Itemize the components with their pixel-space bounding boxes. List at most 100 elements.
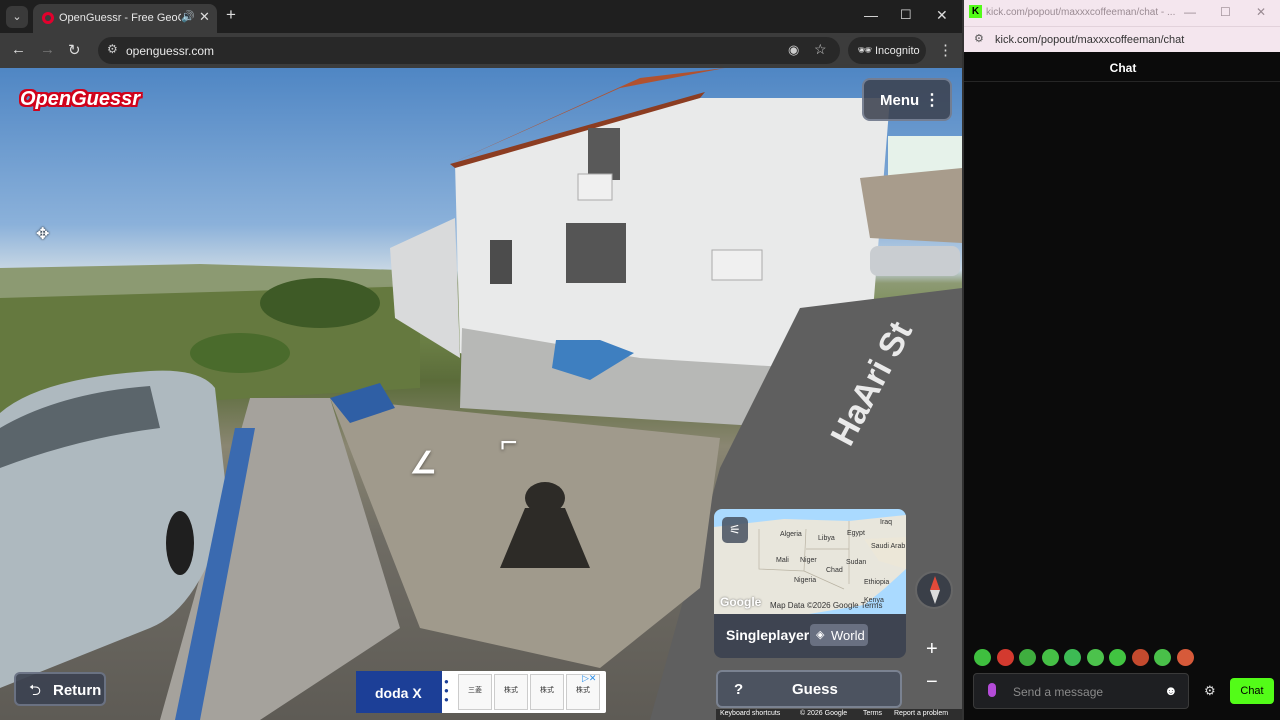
chat-header-title: Chat [1109,61,1137,75]
rock-wall [860,168,962,243]
move-cursor-icon: ✥ [36,226,50,243]
incognito-label: Incognito [875,45,920,57]
ac-unit [711,249,763,281]
map-attribution[interactable]: Map Data ©2026 Google Terms [770,601,882,610]
return-icon: ⮌ [29,682,42,699]
chat-send-button[interactable]: Chat [1230,678,1274,704]
window [566,223,626,283]
map-label: Ethiopia [864,579,890,586]
emote-icon[interactable] [1086,649,1104,666]
map-label: Saudi Arab [871,543,906,550]
star-icon[interactable]: ☆ [814,41,827,58]
mic-icon[interactable] [988,683,996,697]
audio-icon[interactable]: 🔊 [181,10,195,23]
ad-brand: doda X [356,671,442,713]
adchoices-icon[interactable]: ▷✕ [582,673,596,684]
return-button[interactable]: ⮌ Return [14,672,106,706]
browser-window: ⌄ OpenGuessr - Free GeoGuessr 🔊 ✕ + — ☐ … [0,0,962,720]
terms-link[interactable]: Terms [863,710,882,717]
site-info-icon[interactable]: ⚙ [107,42,118,56]
tree [190,333,290,373]
zoom-out-icon[interactable]: − [926,671,938,694]
openguessr-logo[interactable]: OpenGuessr [20,88,140,111]
emote-icon[interactable] [1109,649,1126,666]
favicon-icon [42,12,54,24]
eye-off-icon[interactable]: ◉ [788,42,799,58]
window [588,128,620,180]
tree [260,278,380,328]
close-icon[interactable]: ✕ [1256,5,1266,19]
chat-url-bar: ⚙ kick.com/popout/maxxxcoffeeman/chat [964,26,1280,52]
map-footer: Keyboard shortcuts © 2026 Google Terms R… [716,709,962,720]
browser-toolbar: ← → ↻ ⚙ openguessr.com ◉ ☆ 🕶 Incognito ⋮ [0,33,962,68]
copyright-text: © 2026 Google [800,710,848,717]
ad-card: 三菱 [458,674,492,710]
maximize-icon[interactable]: ☐ [1220,5,1231,19]
guess-help-icon: ? [734,681,744,698]
emote-icon[interactable] [1019,649,1036,666]
incognito-icon: 🕶 [857,43,873,57]
zoom-in-icon[interactable]: + [926,638,938,661]
url-text[interactable]: openguessr.com [126,44,214,58]
forward-icon[interactable]: → [40,41,55,58]
map-settings-icon[interactable]: ⚟ [722,517,748,543]
ad-brand-text: doda X [375,685,422,701]
compass-north [930,576,940,590]
incognito-button[interactable]: 🕶 Incognito [848,37,926,64]
distant-car [870,246,960,276]
kebab-icon[interactable]: ⋮ [938,41,953,59]
emote-icon[interactable] [1131,649,1149,666]
nav-arrow-forward-icon[interactable]: ⌐ [500,426,518,460]
car-wheel [166,511,194,575]
window [490,240,512,284]
more-icon: ⋮ [924,92,940,109]
emote-icon[interactable] [1154,649,1171,666]
tab-search-icon[interactable]: ⌄ [6,6,28,28]
guess-minimap[interactable]: ⚟ Algeria Libya Egypt Iraq Saudi Arab Ma… [714,509,906,614]
chat-message-list[interactable] [964,83,1280,643]
ad-card: 株式 [530,674,564,710]
map-label: Algeria [780,531,802,538]
map-label: Niger [800,557,817,564]
chat-popout-window: K kick.com/popout/maxxxcoffeeman/chat - … [962,0,1280,720]
map-label: Nigeria [794,577,817,584]
ac-unit [577,173,613,201]
kick-logo-icon: K [969,5,982,18]
plus-icon[interactable]: + [226,5,236,25]
minimize-icon[interactable]: — [864,7,878,23]
street-view-panorama[interactable]: HaAri St OpenGuessr ✥ Menu ⋮ ⌐ ∠ ⚟ Alger… [0,68,962,720]
chat-url: kick.com/popout/maxxxcoffeeman/chat [995,34,1185,46]
emote-icon[interactable] [1064,649,1081,666]
guess-button[interactable]: ? Guess [716,670,902,708]
gear-icon[interactable]: ⚙ [1204,683,1216,699]
ad-dots: ● ● ● [444,677,449,704]
mode-bar: Singleplayer ◈ World [714,614,906,658]
emoji-icon[interactable]: ☻ [1164,683,1178,698]
chat-input[interactable]: Send a message ☻ [973,673,1189,709]
emote-icon[interactable] [974,649,991,666]
nav-arrow-back-icon[interactable]: ∠ [410,446,437,481]
emote-icon[interactable] [1176,649,1194,666]
report-problem-link[interactable]: Report a problem [894,710,948,717]
mode-label: Singleplayer [726,627,810,643]
emote-icon[interactable] [1041,649,1059,666]
address-bar[interactable]: ⚙ openguessr.com ◉ ☆ [98,37,840,64]
ad-banner[interactable]: doda X ● ● ● 三菱 株式 株式 株式 ▷✕ [356,671,606,713]
menu-button[interactable]: Menu ⋮ [862,78,952,121]
map-scope-chip[interactable]: ◈ World [810,624,868,646]
tab-openguessr[interactable]: OpenGuessr - Free GeoGuessr 🔊 ✕ [33,4,217,33]
close-window-icon[interactable]: ✕ [936,7,948,24]
back-icon[interactable]: ← [11,41,26,58]
keyboard-shortcuts-link[interactable]: Keyboard shortcuts [720,710,780,717]
close-icon[interactable]: ✕ [199,9,210,25]
guess-label: Guess [792,681,838,698]
reload-icon[interactable]: ↻ [68,41,81,59]
maximize-icon[interactable]: ☐ [900,7,912,23]
site-info-icon[interactable]: ⚙ [974,32,984,45]
emote-icon[interactable] [996,649,1014,666]
map-scope-label: World [831,628,865,643]
minimize-icon[interactable]: — [1184,5,1196,19]
compass-icon[interactable] [915,571,953,609]
chat-send-label: Chat [1240,685,1264,697]
return-label: Return [53,682,102,699]
